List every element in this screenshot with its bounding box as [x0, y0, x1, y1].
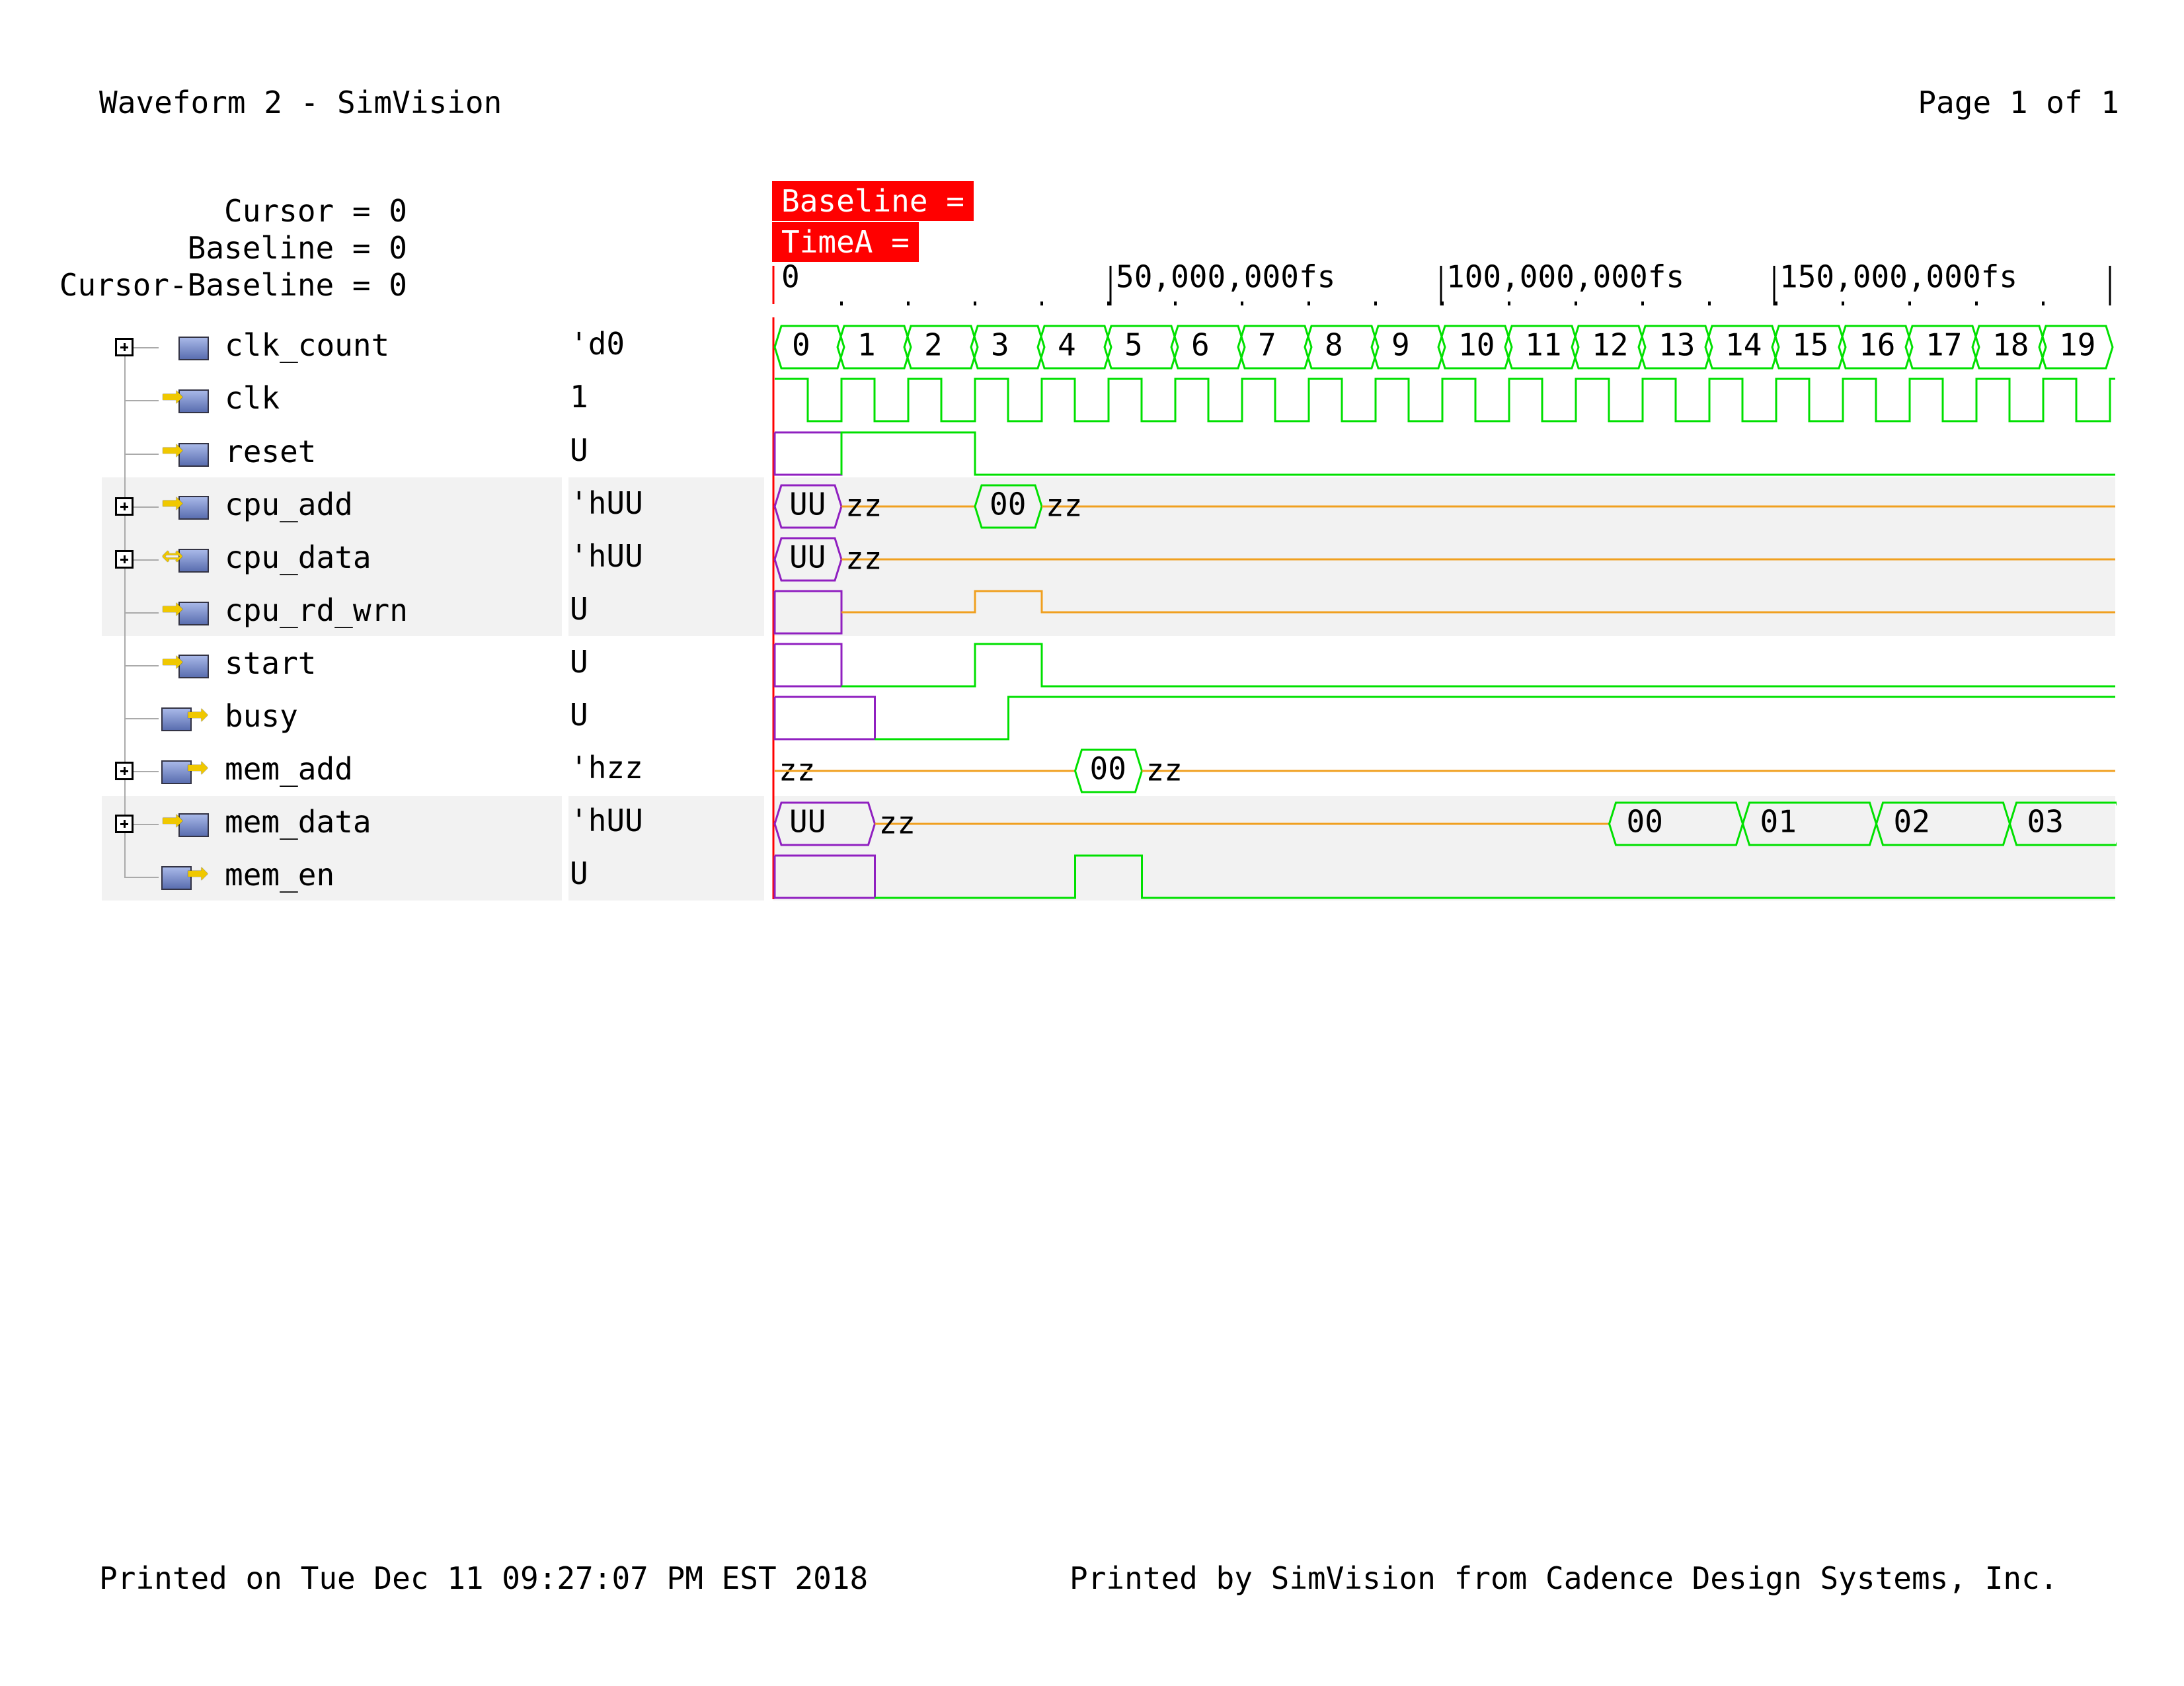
- bus-value-label: 12: [1592, 327, 1628, 363]
- wave-clip-mask: [2117, 317, 2184, 912]
- unknown-region: [773, 590, 843, 635]
- bus-value-label: 01: [1760, 804, 1797, 840]
- bus-value-label: 1: [857, 327, 876, 363]
- wave-reset: [840, 431, 2115, 476]
- bus-value-label: 00: [1090, 751, 1126, 787]
- bus-value-label: 19: [2059, 327, 2095, 363]
- bus-value-label: 11: [1525, 327, 1561, 363]
- unknown-region: [773, 696, 876, 741]
- wave-mem-en: [875, 854, 2115, 899]
- wave-start: [841, 643, 2115, 688]
- bus-value-label: 00: [990, 487, 1026, 522]
- bus-value-label: 02: [1894, 804, 1930, 840]
- bus-value-label: zz: [1046, 488, 1082, 524]
- bus-value-label: zz: [879, 805, 916, 841]
- bus-value-label: 15: [1792, 327, 1828, 363]
- bus-value-label: 18: [1992, 327, 2029, 363]
- bus-value-label: UU: [789, 804, 826, 840]
- timeline-tick-label: 50,000,000fs: [1116, 259, 1335, 295]
- bus-value-label: 17: [1926, 327, 1962, 363]
- bus-value-label: 16: [1859, 327, 1895, 363]
- bus-value-label: 13: [1658, 327, 1695, 363]
- bus-value-label: 00: [1627, 804, 1663, 840]
- bus-value-label: UU: [789, 540, 826, 575]
- timeline-start-label: 0: [781, 259, 800, 295]
- waveform-canvas[interactable]: 0 50,000,000fs 100,000,000fs 150,000,000fs 0…: [0, 0, 2184, 1686]
- unknown-region: [773, 854, 876, 899]
- unknown-region: [773, 643, 843, 688]
- timeline-tick-label: 150,000,000fs: [1779, 259, 2017, 295]
- bus-value-label: zz: [845, 541, 882, 577]
- bus-value-label: 2: [924, 327, 943, 363]
- bus-value-label: 7: [1258, 327, 1276, 363]
- bus-value-label: 3: [991, 327, 1009, 363]
- bus-value-label: 6: [1191, 327, 1210, 363]
- wave-busy: [875, 696, 2115, 741]
- footer-printed-on: Printed on Tue Dec 11 09:27:07 PM EST 20…: [99, 1560, 869, 1596]
- bus-value-label: 9: [1391, 327, 1410, 363]
- bus-value-label: 5: [1124, 327, 1143, 363]
- bus-value-label: zz: [1146, 752, 1183, 788]
- wave-cpu-rd-wrn: [841, 590, 2115, 614]
- bus-value-label: UU: [789, 487, 826, 522]
- bus-value-label: 8: [1325, 327, 1343, 363]
- bus-value-label: 14: [1725, 327, 1762, 363]
- bus-value-label: 03: [2027, 804, 2064, 840]
- bus-value-label: zz: [845, 488, 882, 524]
- bus-value-label: 0: [792, 327, 810, 363]
- footer-printed-by: Printed by SimVision from Cadence Design…: [1070, 1560, 2058, 1596]
- unknown-region: [773, 431, 843, 476]
- timeline-tick-label: 100,000,000fs: [1446, 259, 1684, 295]
- bus-value-label: 10: [1458, 327, 1495, 363]
- wave-clk: [775, 378, 2115, 422]
- bus-value-label: 4: [1058, 327, 1076, 363]
